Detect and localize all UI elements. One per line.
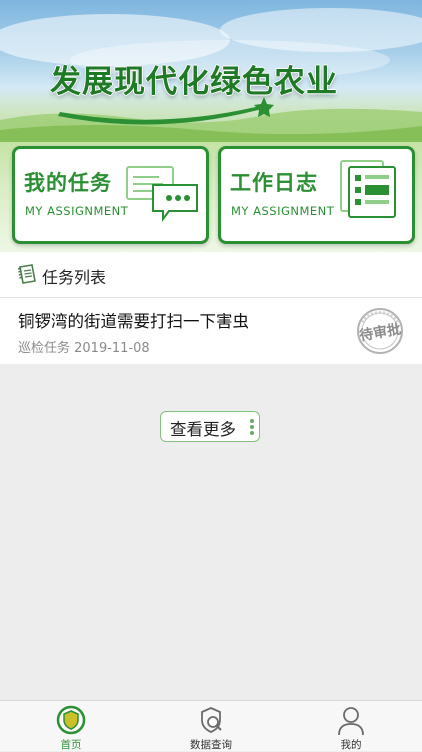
tab-home[interactable]: 首页 xyxy=(21,701,121,751)
task-list-title: 任务列表 xyxy=(42,268,107,287)
notebook-icon xyxy=(17,264,36,284)
task-title: 铜锣湾的街道需要打扫一下害虫 xyxy=(18,312,249,331)
task-list-item[interactable]: 铜锣湾的街道需要打扫一下害虫 巡检任务 2019-11-08 待审批 xyxy=(0,298,422,364)
work-log-subtitle: MY ASSIGNMENT xyxy=(231,204,335,218)
my-tasks-title: 我的任务 xyxy=(24,171,112,195)
banner-slogan: 发展现代化绿色农业 xyxy=(50,64,338,100)
user-icon xyxy=(338,707,364,736)
task-meta: 巡检任务 2019-11-08 xyxy=(18,341,150,356)
header-banner: 发展现代化绿色农业 xyxy=(0,0,422,142)
task-list-header: 任务列表 xyxy=(0,252,422,298)
tab-data-query[interactable]: 数据查询 xyxy=(161,701,261,751)
work-log-card[interactable]: 工作日志 MY ASSIGNMENT xyxy=(218,146,415,244)
pending-approval-stamp: 待审批 xyxy=(357,308,403,354)
chat-bubbles-icon xyxy=(126,166,198,222)
my-tasks-card[interactable]: 我的任务 MY ASSIGNMENT xyxy=(12,146,209,244)
my-tasks-subtitle: MY ASSIGNMENT xyxy=(25,204,129,218)
document-stack-icon xyxy=(340,160,396,218)
home-shield-icon xyxy=(56,705,86,735)
data-search-icon xyxy=(201,707,222,733)
stamp-text: 待审批 xyxy=(358,320,402,344)
view-more-label: 查看更多 xyxy=(170,420,236,439)
more-dots-icon xyxy=(250,419,254,435)
bottom-tab-bar: 首页 数据查询 我的 xyxy=(0,700,422,751)
work-log-title: 工作日志 xyxy=(230,171,318,195)
tab-mine[interactable]: 我的 xyxy=(301,701,401,751)
view-more-button[interactable]: 查看更多 xyxy=(160,411,260,442)
